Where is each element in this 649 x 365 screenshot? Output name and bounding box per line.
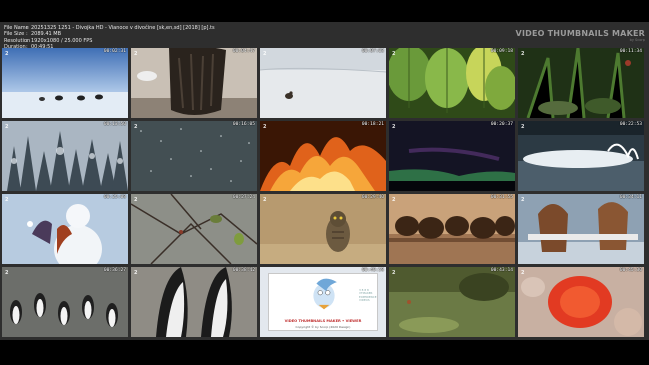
- thumbnail[interactable]: 2 00:09:18: [389, 48, 515, 118]
- thumbnail-image: [518, 121, 644, 191]
- channel-logo: 2: [5, 270, 9, 276]
- channel-logo: 2: [134, 124, 138, 130]
- thumbnail[interactable]: 2 00:13:50: [2, 121, 128, 191]
- thumbnail[interactable]: 2 00:04:47: [131, 48, 257, 118]
- channel-logo: 2: [5, 124, 9, 130]
- thumbnail[interactable]: 2 00:16:05: [131, 121, 257, 191]
- thumbnail-image: [2, 194, 128, 264]
- thumbnail-image: [131, 48, 257, 118]
- thumbnail[interactable]: 2 00:38:42: [131, 267, 257, 337]
- vtm-logo-card: 3 8 8 8 VTMAKER EXPERIENCE VIDEOS VIDEO …: [268, 273, 378, 331]
- channel-logo: 2: [392, 270, 396, 276]
- thumbnail-timestamp: 00:22:53: [619, 122, 642, 127]
- channel-logo: 2: [134, 270, 138, 276]
- thumbnail-timestamp: 00:27:24: [232, 195, 255, 200]
- thumbnail-timestamp: 00:13:50: [103, 122, 126, 127]
- thumbnail[interactable]: 2 00:34:11: [518, 194, 644, 264]
- thumbnail-timestamp: 00:40:58: [361, 268, 384, 273]
- thumbnail-image: [260, 121, 386, 191]
- thumbnail-timestamp: 00:09:18: [490, 49, 513, 54]
- thumbnail-image: [518, 48, 644, 118]
- thumbnail-image: [260, 48, 386, 118]
- card-copyright: Copyright © by Scorp (2020 Design): [295, 325, 351, 329]
- thumbnail[interactable]: 2 00:31:55: [389, 194, 515, 264]
- thumbnail-image: [131, 194, 257, 264]
- channel-logo: 2: [263, 124, 267, 130]
- file-info: File Name: 20251325 1251 - Divojka HD - V…: [4, 25, 404, 51]
- thumbnail[interactable]: 2 00:36:27: [2, 267, 128, 337]
- channel-logo: 2: [263, 51, 267, 57]
- thumbnail-image: [389, 194, 515, 264]
- thumbnail-timestamp: 00:04:47: [232, 49, 255, 54]
- thumbnail-timestamp: 00:29:40: [361, 195, 384, 200]
- channel-logo: 2: [5, 51, 9, 57]
- thumbnail[interactable]: 2 00:29:40: [260, 194, 386, 264]
- thumbnail[interactable]: 2 00:18:21: [260, 121, 386, 191]
- thumbnail-image: [2, 48, 128, 118]
- thumbnail-image: [389, 267, 515, 337]
- card-title: VIDEO THUMBNAILS MAKER • VIEWER: [284, 319, 362, 323]
- thumbnail-timestamp: 00:38:42: [232, 268, 255, 273]
- thumbnail-image: [2, 121, 128, 191]
- channel-logo: 2: [134, 197, 138, 203]
- channel-logo: 2: [134, 51, 138, 57]
- thumbnail-timestamp: 00:11:34: [619, 49, 642, 54]
- thumbnail[interactable]: 2 00:45:30: [518, 267, 644, 337]
- thumbnail-grid: 2 00:02:31 2 00:04:47 2 00:07:03 2 00:09:18 2 00:…: [2, 48, 647, 337]
- thumbnail-timestamp: 00:25:08: [103, 195, 126, 200]
- thumbnail-timestamp: 00:18:21: [361, 122, 384, 127]
- channel-logo: 2: [5, 197, 9, 203]
- thumbnail[interactable]: 2 00:11:34: [518, 48, 644, 118]
- thumbnail-timestamp: 00:20:37: [490, 122, 513, 127]
- channel-logo: 2: [392, 124, 396, 130]
- thumbnail-timestamp: 00:16:05: [232, 122, 255, 127]
- thumbnail-image: [518, 194, 644, 264]
- thumbnail-timestamp: 00:45:30: [619, 268, 642, 273]
- thumbnail-image: [518, 267, 644, 337]
- thumbnail[interactable]: 2 00:02:31: [2, 48, 128, 118]
- thumbnail[interactable]: 2 00:25:08: [2, 194, 128, 264]
- channel-logo: 2: [521, 197, 525, 203]
- channel-logo: 2: [521, 51, 525, 57]
- thumbnail-image: [131, 121, 257, 191]
- thumbnail-timestamp: 00:43:14: [490, 268, 513, 273]
- channel-logo: 2: [263, 197, 267, 203]
- thumbnail-timestamp: 00:36:27: [103, 268, 126, 273]
- thumbnail-image: [2, 267, 128, 337]
- thumbnail[interactable]: 2 00:22:53: [518, 121, 644, 191]
- thumbnail-timestamp: 00:34:11: [619, 195, 642, 200]
- thumbnail-timestamp: 00:02:31: [103, 49, 126, 54]
- thumbnail[interactable]: 2 00:27:24: [131, 194, 257, 264]
- thumbnail-timestamp: 00:31:55: [490, 195, 513, 200]
- channel-logo: 2: [392, 51, 396, 57]
- channel-logo: 2: [521, 124, 525, 130]
- channel-logo: 2: [392, 197, 396, 203]
- thumbnail-timestamp: 00:07:03: [361, 49, 384, 54]
- thumbnail[interactable]: 2 00:07:03: [260, 48, 386, 118]
- thumbnail[interactable]: 2 00:43:14: [389, 267, 515, 337]
- brand-subtitle: by Scorp: [629, 38, 645, 42]
- thumbnail-image: [389, 48, 515, 118]
- contact-sheet: File Name: 20251325 1251 - Divojka HD - V…: [0, 22, 649, 340]
- thumbnail[interactable]: 2 00:20:37: [389, 121, 515, 191]
- card-side-text: 3 8 8 8 VTMAKER EXPERIENCE VIDEOS: [359, 288, 377, 303]
- channel-logo: 2: [521, 270, 525, 276]
- thumbnail-image: [260, 194, 386, 264]
- thumbnail[interactable]: 3 8 8 8 VTMAKER EXPERIENCE VIDEOS VIDEO …: [260, 267, 386, 337]
- thumbnail-image: [389, 121, 515, 191]
- brand-title: VIDEO THUMBNAILS MAKER: [515, 29, 645, 38]
- thumbnail-image: [131, 267, 257, 337]
